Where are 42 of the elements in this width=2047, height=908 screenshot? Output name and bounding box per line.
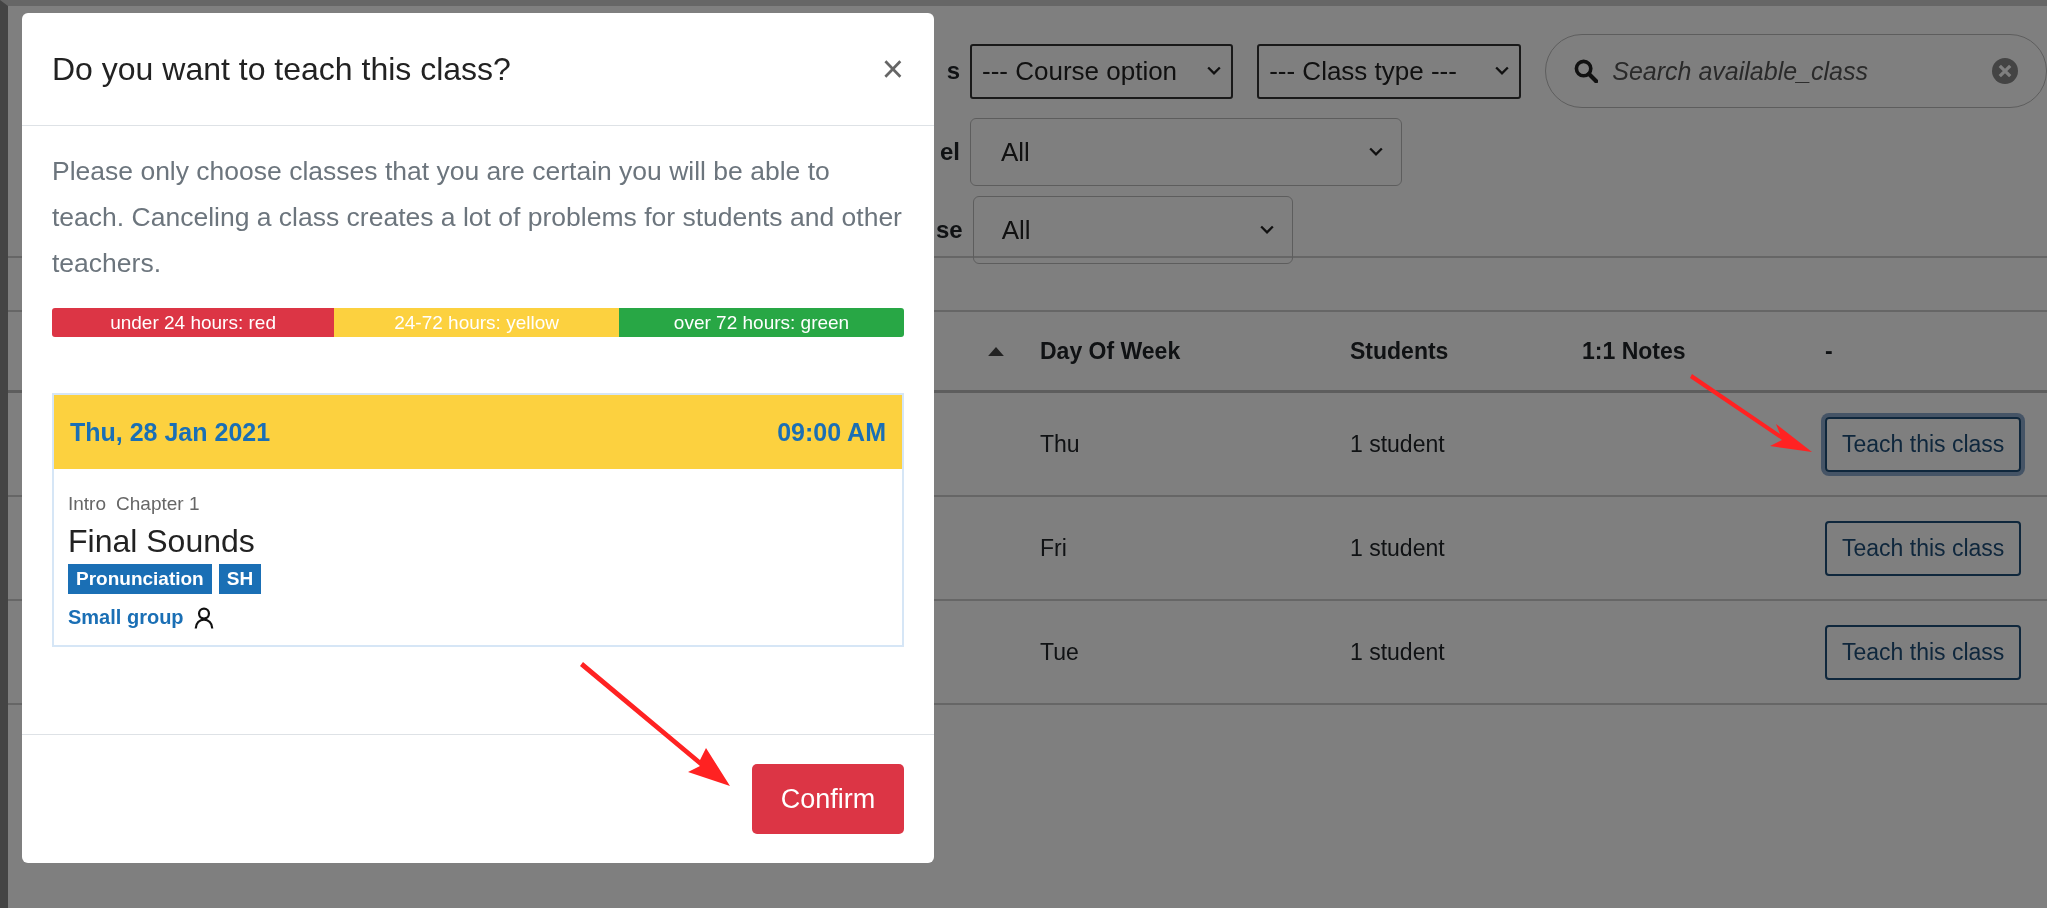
- filter-dropdown[interactable]: All: [972, 196, 1293, 264]
- table-cell: 1 student: [1350, 430, 1445, 457]
- table-cell: Thu: [1040, 430, 1080, 457]
- tag: SH: [218, 564, 262, 594]
- tag: Pronunciation: [68, 564, 212, 594]
- column-header: Students: [1350, 337, 1449, 364]
- table-cell: 1 student: [1350, 534, 1445, 561]
- group-type: Small group: [68, 606, 184, 629]
- filter-label: se: [936, 216, 963, 244]
- person-icon: [193, 606, 214, 629]
- chevron-down-icon: [1207, 66, 1222, 76]
- chevron-down-icon: [1259, 225, 1274, 235]
- legend-segment: under 24 hours: red: [52, 308, 335, 337]
- legend-segment: over 72 hours: green: [619, 308, 904, 337]
- table-cell: Tue: [1040, 638, 1079, 665]
- column-header: -: [1825, 337, 1833, 364]
- filter-dropdown[interactable]: All: [970, 118, 1402, 186]
- legend-segment: 24-72 hours: yellow: [334, 308, 620, 337]
- class-title: Final Sounds: [68, 523, 256, 560]
- class-time: 09:00 AM: [777, 417, 886, 447]
- modal-title: Do you want to teach this class?: [52, 50, 511, 88]
- filter-label: el: [939, 138, 960, 166]
- table-cell: 1 student: [1350, 638, 1445, 665]
- table-cell: Fri: [1040, 534, 1067, 561]
- close-button[interactable]: ×: [881, 47, 904, 91]
- filter-dropdown[interactable]: --- Class type ---: [1257, 43, 1522, 99]
- teach-button[interactable]: Teach this class: [1825, 624, 2022, 680]
- column-header: 1:1 Notes: [1582, 337, 1686, 364]
- teach-button[interactable]: Teach this class: [1825, 520, 2022, 576]
- column-header: Day Of Week: [1040, 337, 1181, 364]
- filter-dropdown[interactable]: --- Course option: [970, 43, 1234, 99]
- warning-text: Please only choose classes that you are certain you will be able to teach. Canceling a class creates a lot of problems for students and other teachers.: [52, 155, 903, 280]
- chapter-name: Chapter 1: [116, 493, 200, 515]
- filter-label: s: [945, 57, 960, 85]
- chevron-down-icon: [1369, 147, 1383, 157]
- chevron-down-icon: [1495, 66, 1510, 76]
- clear-icon[interactable]: [1992, 58, 2018, 84]
- course-name: Intro: [68, 493, 107, 515]
- class-date: Thu, 28 Jan 2021: [70, 417, 271, 447]
- sort-icon[interactable]: [988, 346, 1004, 356]
- confirm-button[interactable]: Confirm: [752, 764, 904, 834]
- search-icon: [1574, 59, 1599, 83]
